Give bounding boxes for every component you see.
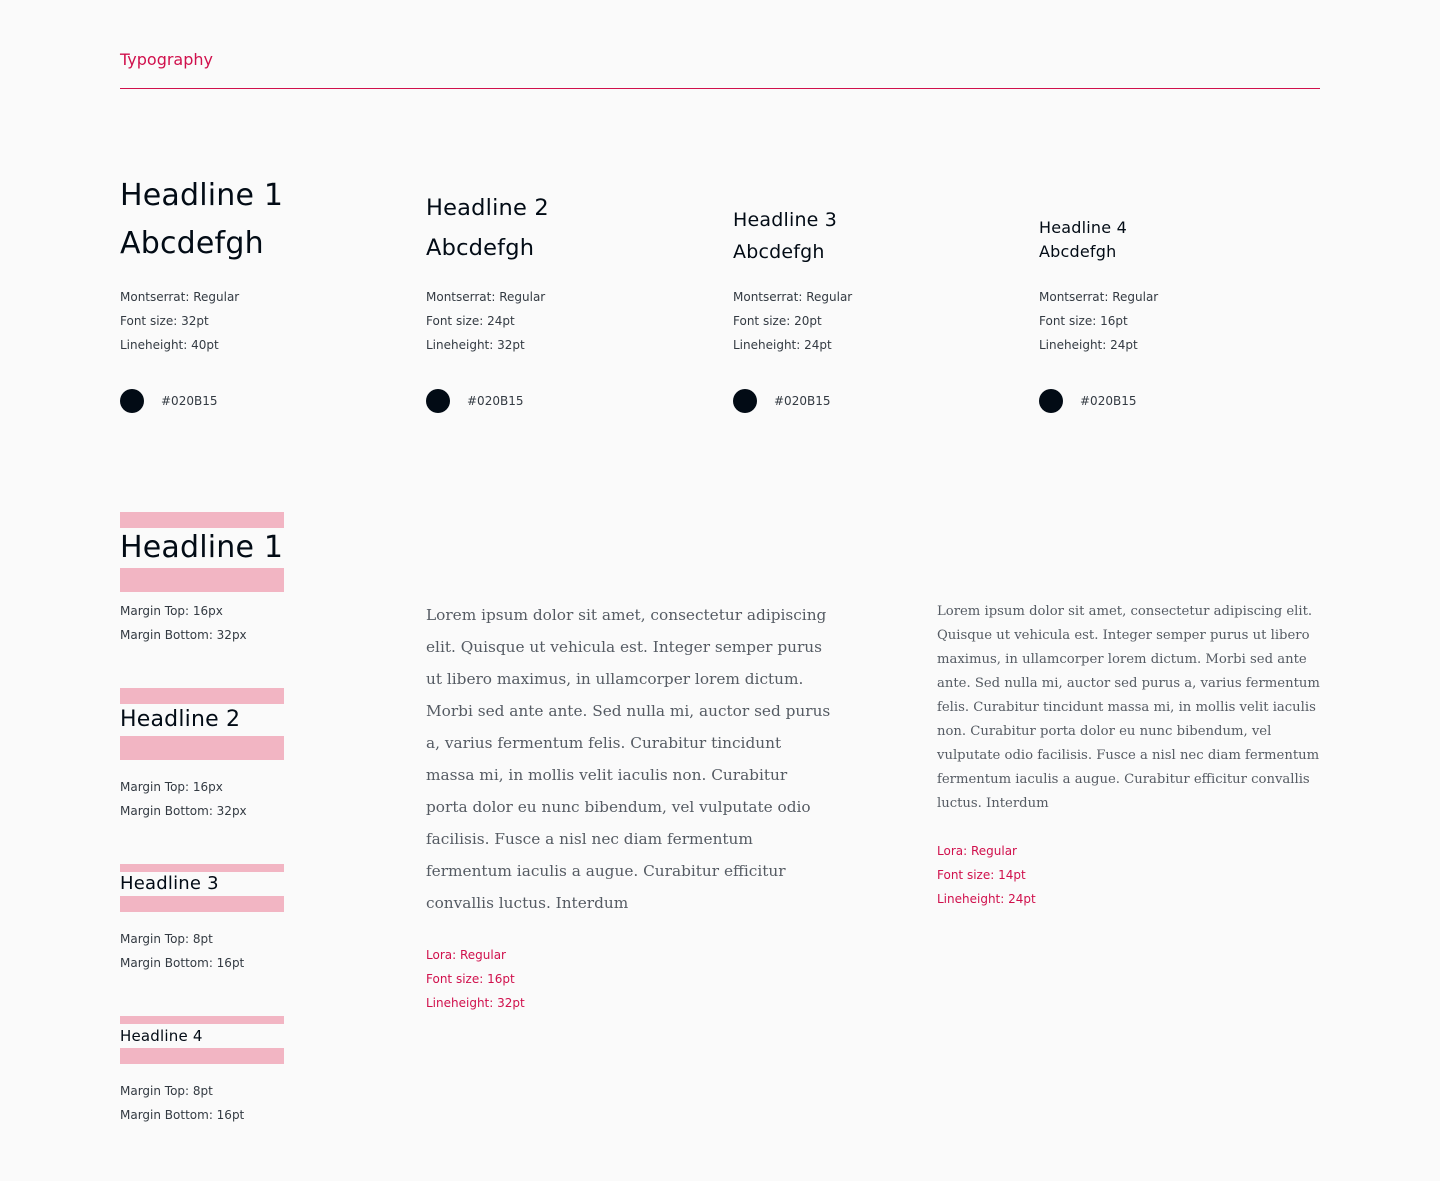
headline-2-size: Font size: 24pt (426, 314, 515, 328)
headline-4-margin-notes: Margin Top: 8pt Margin Bottom: 16pt (120, 1079, 244, 1127)
headline-3-sample: Headline 3 Abcdefgh (733, 204, 837, 268)
body-large-line: elit. Quisque ut vehicula est. Integer s… (426, 638, 822, 656)
body-large-lineheight: Lineheight: 32pt (426, 996, 525, 1010)
body-large-line: convallis luctus. Interdum (426, 894, 629, 912)
body-large-font: Lora: Regular (426, 948, 506, 962)
body-large-line: porta dolor eu nunc bibendum, vel vulput… (426, 798, 811, 816)
headline-4-size: Font size: 16pt (1039, 314, 1128, 328)
headline-3-margin-top-bar (120, 864, 284, 872)
body-small-line: felis. Curabitur tincidunt massa mi, in … (937, 700, 1316, 715)
body-large-specs: Lora: Regular Font size: 16pt Lineheight… (426, 943, 525, 1015)
headline-1-sample: Headline 1 Abcdefgh (120, 172, 283, 268)
headline-4-font: Montserrat: Regular (1039, 290, 1159, 304)
section-title: Typography (120, 50, 213, 69)
body-small-line: ante. Sed nulla mi, auctor sed purus a, … (937, 676, 1320, 691)
body-large-line: massa mi, in mollis velit iaculis non. C… (426, 766, 788, 784)
headline-1-spacing-label: Headline 1 (120, 530, 284, 565)
headline-4-margin-top-bar (120, 1016, 284, 1024)
headline-1-margin-top: Margin Top: 16px (120, 604, 223, 618)
headline-4-spacing-label: Headline 4 (120, 1027, 203, 1045)
headline-1-margin-bottom-bar (120, 568, 284, 592)
headline-4-margin-bottom-bar (120, 1048, 284, 1064)
headline-4-margin-bottom: Margin Bottom: 16pt (120, 1108, 245, 1122)
headline-2-margin-bottom-bar (120, 736, 284, 760)
headline-3-font: Montserrat: Regular (733, 290, 853, 304)
headline-1-margin-notes: Margin Top: 16px Margin Bottom: 32px (120, 599, 247, 647)
body-small-specs: Lora: Regular Font size: 14pt Lineheight… (937, 839, 1036, 911)
headline-2-line1: Headline 2 (426, 195, 549, 221)
headline-4-color-label: #020B15 (1080, 394, 1137, 408)
headline-3-margin-top: Margin Top: 8pt (120, 932, 213, 946)
headline-2-lineheight: Lineheight: 32pt (426, 338, 525, 352)
headline-2-color-swatch (426, 389, 450, 413)
headline-4-specs: Montserrat: Regular Font size: 16pt Line… (1039, 285, 1158, 357)
headline-3-color-label: #020B15 (774, 394, 831, 408)
headline-3-margin-notes: Margin Top: 8pt Margin Bottom: 16pt (120, 927, 244, 975)
headline-2-line2: Abcdefgh (426, 235, 535, 261)
body-small-size: Font size: 14pt (937, 868, 1026, 882)
body-small-line: Quisque ut vehicula est. Integer semper … (937, 628, 1310, 643)
headline-2-specs: Montserrat: Regular Font size: 24pt Line… (426, 285, 545, 357)
body-small-sample: Lorem ipsum dolor sit amet, consectetur … (937, 600, 1320, 816)
headline-3-spacing-label: Headline 3 (120, 873, 219, 894)
headline-3-line1: Headline 3 (733, 209, 838, 231)
headline-4-sample: Headline 4 Abcdefgh (1039, 216, 1127, 264)
body-small-lineheight: Lineheight: 24pt (937, 892, 1036, 906)
body-large-line: a, varius fermentum felis. Curabitur tin… (426, 734, 782, 752)
headline-4-line2: Abcdefgh (1039, 242, 1117, 261)
headline-1-margin-top-bar (120, 512, 284, 528)
body-large-line: fermentum iaculis a augue. Curabitur eff… (426, 862, 786, 880)
headline-3-line2: Abcdefgh (733, 241, 825, 263)
headline-1-color-swatch (120, 389, 144, 413)
headline-3-margin-bottom-bar (120, 896, 284, 912)
body-large-line: Lorem ipsum dolor sit amet, consectetur … (426, 606, 827, 624)
headline-2-margin-top-bar (120, 688, 284, 704)
body-large-size: Font size: 16pt (426, 972, 515, 986)
body-large-line: Morbi sed ante ante. Sed nulla mi, aucto… (426, 702, 831, 720)
headline-2-margin-top: Margin Top: 16px (120, 780, 223, 794)
headline-1-line1: Headline 1 (120, 178, 284, 213)
headline-3-color-swatch (733, 389, 757, 413)
headline-1-line2: Abcdefgh (120, 226, 264, 261)
body-large-sample: Lorem ipsum dolor sit amet, consectetur … (426, 599, 831, 919)
section-divider (120, 88, 1320, 89)
headline-3-specs: Montserrat: Regular Font size: 20pt Line… (733, 285, 852, 357)
body-large-line: facilisis. Fusce a nisl nec diam ferment… (426, 830, 753, 848)
body-small-line: vulputate odio facilisis. Fusce a nisl n… (937, 748, 1320, 763)
headline-1-lineheight: Lineheight: 40pt (120, 338, 219, 352)
headline-1-specs: Montserrat: Regular Font size: 32pt Line… (120, 285, 239, 357)
headline-4-margin-top: Margin Top: 8pt (120, 1084, 213, 1098)
headline-1-margin-bottom: Margin Bottom: 32px (120, 628, 247, 642)
body-small-line: luctus. Interdum (937, 796, 1049, 811)
headline-2-font: Montserrat: Regular (426, 290, 546, 304)
headline-4-lineheight: Lineheight: 24pt (1039, 338, 1138, 352)
headline-4-color-swatch (1039, 389, 1063, 413)
headline-3-size: Font size: 20pt (733, 314, 822, 328)
body-small-line: Lorem ipsum dolor sit amet, consectetur … (937, 604, 1313, 619)
body-small-font: Lora: Regular (937, 844, 1017, 858)
headline-3-lineheight: Lineheight: 24pt (733, 338, 832, 352)
headline-2-margin-bottom: Margin Bottom: 32px (120, 804, 247, 818)
body-small-line: non. Curabitur porta dolor eu nunc biben… (937, 724, 1272, 739)
body-small-line: maximus, in ullamcorper lorem dictum. Mo… (937, 652, 1307, 667)
headline-2-sample: Headline 2 Abcdefgh (426, 188, 549, 268)
body-large-line: ut libero maximus, in ullamcorper lorem … (426, 670, 804, 688)
headline-2-margin-notes: Margin Top: 16px Margin Bottom: 32px (120, 775, 247, 823)
headline-3-margin-bottom: Margin Bottom: 16pt (120, 956, 245, 970)
headline-2-color-label: #020B15 (467, 394, 524, 408)
headline-4-line1: Headline 4 (1039, 218, 1127, 237)
headline-2-spacing-label: Headline 2 (120, 707, 241, 732)
headline-1-size: Font size: 32pt (120, 314, 209, 328)
body-small-line: fermentum iaculis a augue. Curabitur eff… (937, 772, 1310, 787)
headline-1-color-label: #020B15 (161, 394, 218, 408)
headline-1-font: Montserrat: Regular (120, 290, 240, 304)
